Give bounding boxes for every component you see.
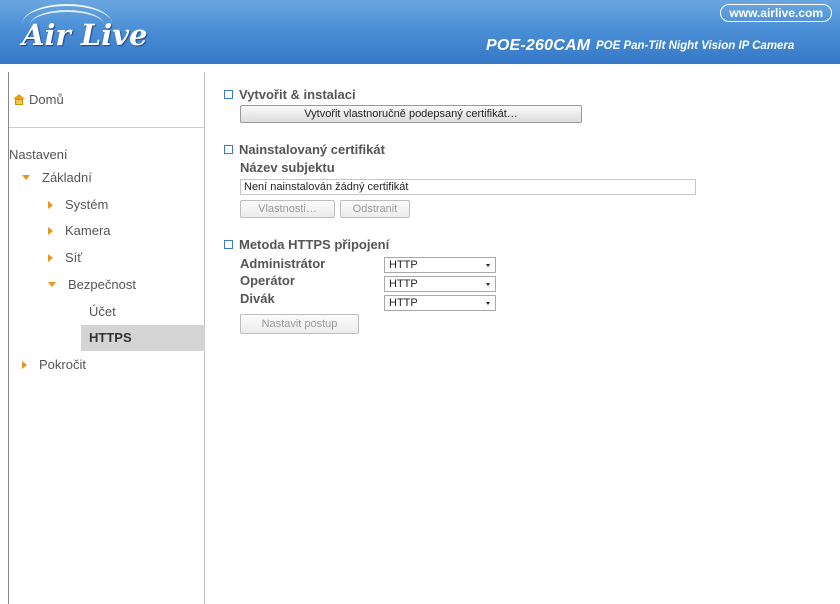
sidebar-item-account[interactable]: Účet bbox=[89, 304, 116, 319]
dropdown-arrow-icon bbox=[486, 283, 490, 286]
sidebar-item-camera[interactable]: Kamera bbox=[48, 223, 111, 238]
sidebar-item-network[interactable]: Síť bbox=[48, 250, 82, 265]
chevron-down-icon bbox=[48, 282, 56, 287]
administrator-select[interactable]: HTTP bbox=[384, 257, 496, 273]
sidebar-item-label: Domů bbox=[29, 92, 64, 107]
remove-button[interactable]: Odstranit bbox=[340, 200, 410, 218]
sidebar-item-label: Účet bbox=[89, 304, 116, 319]
section-box-icon bbox=[224, 145, 233, 154]
sidebar-item-label: Bezpečnost bbox=[68, 277, 136, 292]
sidebar-item-https[interactable]: HTTPS bbox=[89, 330, 132, 345]
chevron-right-icon bbox=[48, 253, 53, 262]
sidebar-item-label: Kamera bbox=[65, 223, 111, 238]
section-title: Nainstalovaný certifikát bbox=[239, 142, 385, 157]
sidebar-item-label: Základní bbox=[42, 170, 92, 185]
sidebar-divider bbox=[9, 127, 205, 128]
model-name: POE-260CAM bbox=[486, 37, 591, 54]
chevron-right-icon bbox=[48, 226, 53, 235]
sidebar-nav: Domů Nastavení Základní Systém Kamera Sí… bbox=[8, 72, 205, 604]
home-icon bbox=[13, 94, 25, 105]
viewer-select[interactable]: HTTP bbox=[384, 295, 496, 311]
subject-name-label: Název subjektu bbox=[240, 160, 335, 175]
section-https-method: Metoda HTTPS připojení bbox=[224, 237, 389, 252]
section-title: Metoda HTTPS připojení bbox=[239, 237, 390, 252]
create-self-signed-cert-button[interactable]: Vytvořit vlastnoručně podepsaný certifik… bbox=[240, 105, 582, 123]
sidebar-heading-label: Nastavení bbox=[9, 147, 68, 162]
operator-select[interactable]: HTTP bbox=[384, 276, 496, 292]
sidebar-item-home[interactable]: Domů bbox=[13, 92, 64, 107]
sidebar-item-label: Síť bbox=[65, 250, 83, 265]
sidebar-item-basic[interactable]: Základní bbox=[22, 170, 92, 185]
section-create-install: Vytvořit & instalaci bbox=[224, 87, 356, 102]
chevron-right-icon bbox=[48, 200, 53, 209]
sidebar-heading-settings: Nastavení bbox=[9, 147, 68, 162]
sidebar-item-label: Systém bbox=[65, 197, 109, 212]
header-banner: Air Live www.airlive.com POE-260CAM POE … bbox=[0, 0, 840, 64]
viewer-label: Divák bbox=[240, 291, 275, 306]
model-description: POE Pan-Tilt Night Vision IP Camera bbox=[596, 40, 795, 52]
section-box-icon bbox=[224, 90, 233, 99]
sidebar-item-security[interactable]: Bezpečnost bbox=[48, 277, 136, 292]
sidebar-item-label: Pokročit bbox=[39, 357, 86, 372]
select-value: HTTP bbox=[389, 278, 418, 290]
apply-policy-button[interactable]: Nastavit postup bbox=[240, 314, 359, 334]
dropdown-arrow-icon bbox=[486, 264, 490, 267]
select-value: HTTP bbox=[389, 297, 418, 309]
subject-name-field: Není nainstalován žádný certifikát bbox=[240, 179, 696, 195]
section-installed-certificate: Nainstalovaný certifikát bbox=[224, 142, 385, 157]
sidebar-item-label: HTTPS bbox=[89, 330, 132, 345]
properties-button[interactable]: Vlastnosti… bbox=[240, 200, 335, 218]
section-box-icon bbox=[224, 240, 233, 249]
website-link[interactable]: www.airlive.com bbox=[720, 4, 832, 22]
operator-label: Operátor bbox=[240, 273, 295, 288]
chevron-down-icon bbox=[22, 175, 30, 180]
airlive-logo: Air Live bbox=[22, 18, 148, 52]
select-value: HTTP bbox=[389, 259, 418, 271]
section-title: Vytvořit & instalaci bbox=[239, 87, 356, 102]
sidebar-item-system[interactable]: Systém bbox=[48, 197, 108, 212]
sidebar-item-advanced[interactable]: Pokročit bbox=[22, 357, 86, 372]
dropdown-arrow-icon bbox=[486, 302, 490, 305]
administrator-label: Administrátor bbox=[240, 256, 326, 271]
chevron-right-icon bbox=[22, 360, 27, 369]
